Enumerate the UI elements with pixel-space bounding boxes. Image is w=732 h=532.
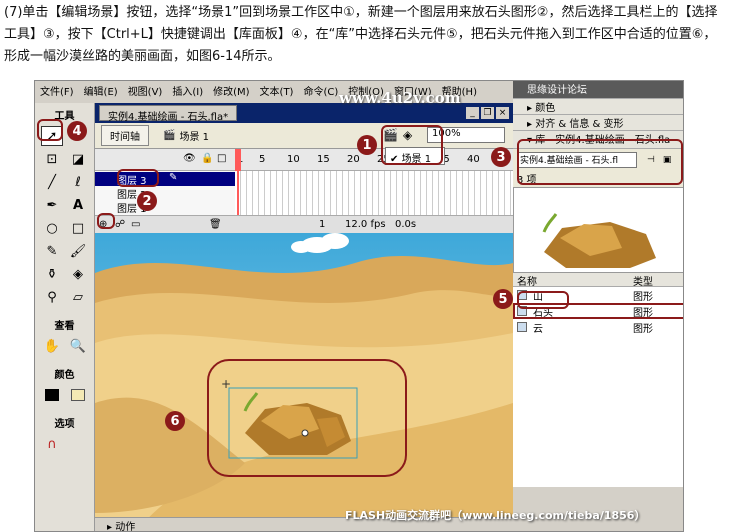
zoom-tool-icon[interactable]: 🔍	[67, 336, 89, 356]
site-watermark: www.4u2v.com	[339, 89, 461, 107]
toolbox: 工具 ➚ ↖ ⊡ ◪ ╱ ℓ ✒ A ○ □ ✎ 🖌 ⚱ ◈ ⚲ ▱ 查看 ✋ …	[35, 103, 95, 531]
layer-row[interactable]: 图层 1	[95, 200, 235, 215]
actions-label: 动作	[115, 522, 136, 532]
flash-app-window: 文件(F) 编辑(E) 视图(V) 插入(I) 修改(M) 文本(T) 命令(C…	[34, 80, 684, 532]
callout-badge-4: 4	[67, 121, 87, 141]
snap-magnet-icon[interactable]: ∩	[41, 434, 63, 454]
frame-rate: 12.0 fps	[345, 219, 386, 230]
highlight-library-item	[517, 291, 569, 309]
menu-text[interactable]: 文本(T)	[255, 83, 299, 98]
playhead-line	[237, 171, 239, 215]
callout-badge-3: 3	[491, 147, 511, 167]
library-columns: 名称 类型	[513, 273, 683, 288]
frame-number: 40	[467, 154, 480, 165]
instruction-text: (7)单击【编辑场景】按钮，选择“场景1”回到场景工作区中①，新建一个图层用来放…	[4, 5, 718, 64]
highlight-scene-menu	[381, 125, 443, 165]
menu-view[interactable]: 视图(V)	[123, 83, 168, 98]
frame-number: 20	[347, 154, 360, 165]
frame-number: 10	[287, 154, 300, 165]
footer-watermark: FLASH动画交流群吧（www.lineeg.com/tieba/1856）	[345, 509, 646, 522]
frame-number: 15	[317, 154, 330, 165]
outline-icon[interactable]: □	[217, 153, 226, 164]
pencil-icon: ✎	[169, 172, 178, 183]
document-tab[interactable]: 实例4.基础绘画 - 石头.fla*	[99, 105, 238, 123]
menu-insert[interactable]: 插入(I)	[167, 83, 208, 98]
highlight-library-panel	[517, 139, 683, 185]
scene-icon: 🎬	[163, 130, 176, 141]
options-section-label: 选项	[54, 419, 75, 430]
menu-edit[interactable]: 编辑(E)	[79, 83, 123, 98]
timeline-button[interactable]: 时间轴	[101, 125, 149, 146]
eraser-tool-icon[interactable]: ▱	[67, 287, 89, 307]
scene-label: 场景 1	[179, 132, 209, 143]
highlight-insert-layer	[97, 213, 115, 229]
graphic-symbol-icon	[517, 322, 527, 332]
menu-command[interactable]: 命令(C)	[298, 83, 343, 98]
frame-number: 5	[259, 154, 266, 165]
library-preview	[513, 187, 683, 273]
pen-tool-icon[interactable]: ✒	[41, 195, 63, 215]
library-item-list: 山 图形 石头 图形 云 图形	[513, 287, 683, 487]
highlight-stage-drop	[207, 359, 407, 477]
current-frame: 1	[319, 219, 326, 230]
playhead[interactable]	[235, 149, 241, 171]
eye-icon[interactable]: 👁	[183, 153, 196, 164]
lock-icon[interactable]: 🔒	[201, 153, 213, 164]
forum-watermark: 思缘设计论坛	[527, 85, 587, 96]
paint-bucket-tool-icon[interactable]: ◈	[67, 264, 89, 284]
eyedropper-tool-icon[interactable]: ⚲	[41, 287, 63, 307]
menu-file[interactable]: 文件(F)	[35, 83, 79, 98]
library-item[interactable]: 云 图形	[513, 319, 683, 335]
insert-folder-icon[interactable]: ▭	[131, 219, 140, 230]
callout-badge-5: 5	[493, 289, 513, 309]
highlight-layer	[117, 169, 159, 187]
expand-arrow-icon: ▸	[527, 103, 536, 114]
pencil-tool-icon[interactable]: ✎	[41, 241, 63, 261]
column-type[interactable]: 类型	[633, 273, 653, 288]
frame-grid[interactable]	[235, 171, 513, 215]
layer-row[interactable]: 图层 3 ✎	[95, 172, 235, 187]
view-section-label: 查看	[54, 321, 75, 332]
expand-arrow-icon: ▸	[107, 522, 116, 532]
timeline-header: 👁 🔒 □ 1 5 10 15 20 25 30 35 40	[95, 149, 513, 171]
color-panel-header[interactable]: ▸ 颜色	[513, 99, 683, 115]
brush-tool-icon[interactable]: 🖌	[67, 241, 89, 261]
line-tool-icon[interactable]: ╱	[41, 172, 63, 192]
expand-arrow-icon: ▸	[527, 119, 536, 130]
callout-badge-6: 6	[165, 411, 185, 431]
trash-icon[interactable]: 🗑	[209, 219, 222, 230]
fill-transform-tool-icon[interactable]: ◪	[67, 149, 89, 169]
oval-tool-icon[interactable]: ○	[41, 218, 63, 238]
elapsed-time: 0.0s	[395, 219, 417, 230]
rock-preview-graphic	[542, 213, 656, 268]
add-guide-icon[interactable]: ☍	[115, 219, 125, 230]
colors-section-label: 颜色	[54, 370, 75, 381]
fill-color-swatch[interactable]	[67, 385, 89, 405]
stroke-color-swatch[interactable]	[41, 385, 63, 405]
callout-badge-1: 1	[357, 135, 377, 155]
layer-row[interactable]: 图层 2	[95, 186, 235, 201]
timeline-status-bar: ⊕ ☍ ▭ 🗑 1 12.0 fps 0.0s	[95, 215, 513, 233]
rectangle-tool-icon[interactable]: □	[67, 218, 89, 238]
highlight-selection-tool	[37, 119, 63, 141]
edit-bar: 时间轴 🎬 场景 1 🎬 ◈ 100%	[95, 123, 513, 149]
menu-modify[interactable]: 修改(M)	[208, 83, 254, 98]
free-transform-tool-icon[interactable]: ⊡	[41, 149, 63, 169]
callout-badge-2: 2	[137, 191, 157, 211]
minimize-icon[interactable]: _	[466, 107, 479, 119]
align-panel-header[interactable]: ▸ 对齐 & 信息 & 变形	[513, 115, 683, 131]
close-icon[interactable]: ×	[496, 107, 509, 119]
restore-icon[interactable]: ❐	[481, 107, 494, 119]
scene-breadcrumb[interactable]: 🎬 场景 1	[163, 128, 209, 143]
text-tool-icon[interactable]: A	[67, 195, 89, 215]
panel-header-watermark: 思缘设计论坛	[513, 81, 683, 99]
column-name[interactable]: 名称	[513, 273, 633, 288]
lasso-tool-icon[interactable]: ℓ	[67, 172, 89, 192]
hand-tool-icon[interactable]: ✋	[41, 336, 63, 356]
ink-bottle-tool-icon[interactable]: ⚱	[41, 264, 63, 284]
